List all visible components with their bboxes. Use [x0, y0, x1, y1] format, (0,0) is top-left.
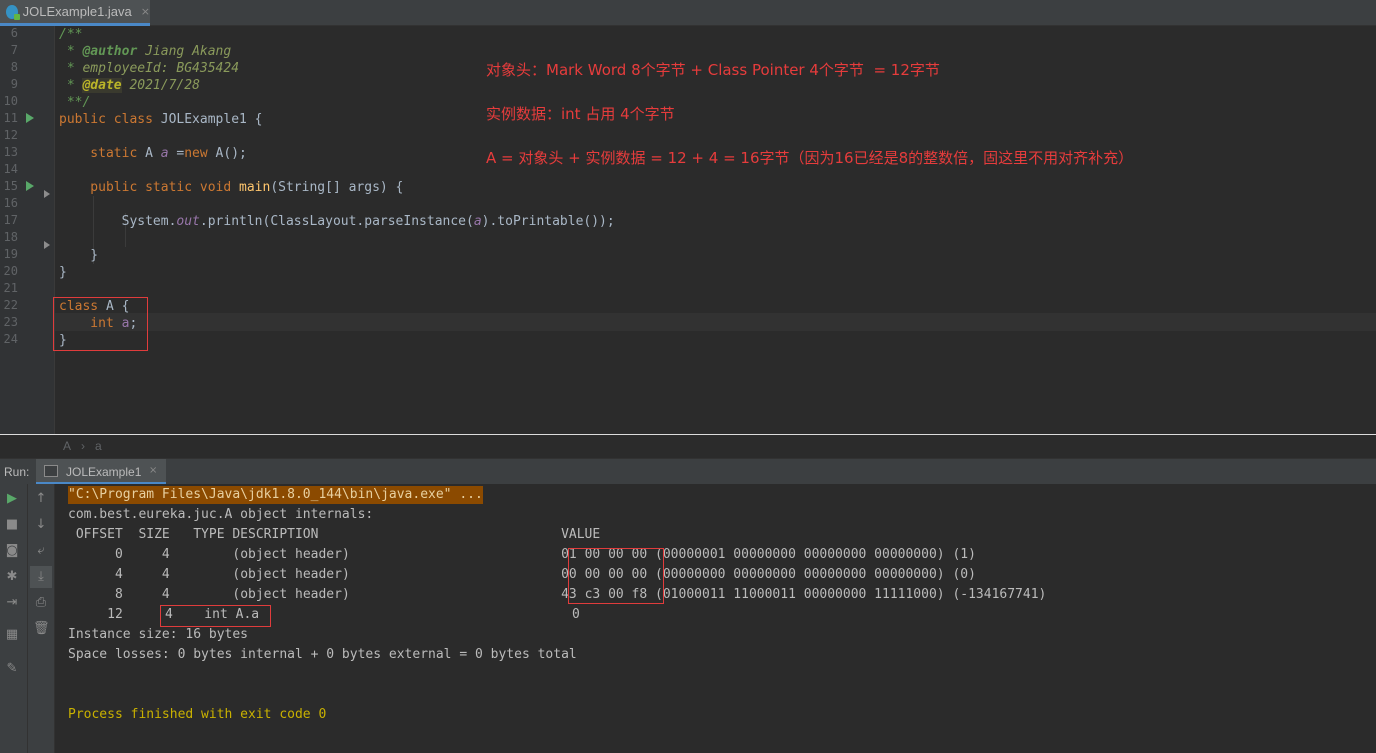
console-row: 8 4 (object header) 43 c3 00 f8 (0100001… [68, 587, 1047, 602]
annotation-instance-data: 实例数据：int 占用 4个字节 [486, 105, 675, 123]
tab-jolexample1-java[interactable]: JOLExample1.java × [0, 0, 150, 26]
breadcrumb-item[interactable]: a [95, 439, 102, 453]
line-number: 16 [3, 196, 18, 210]
console-process-finished: Process finished with exit code 0 [68, 707, 327, 722]
soft-wrap-icon[interactable]: ⤶ [33, 543, 49, 559]
close-icon[interactable]: × [141, 5, 150, 18]
close-icon[interactable]: × [149, 465, 157, 476]
exit-icon[interactable]: ⇥ [4, 595, 20, 611]
code-line: * @date 2021/7/28 [59, 78, 200, 93]
console-row-value: 0 [572, 607, 580, 622]
layout-icon[interactable]: ▦ [4, 627, 20, 643]
arrow-up-icon[interactable]: ↑ [33, 491, 49, 507]
annotation-total-size: A = 对象头 + 实例数据 = 12 + 4 = 16字节（因为16已经是8的… [486, 149, 1134, 167]
console-command-line[interactable]: "C:\Program Files\Java\jdk1.8.0_144\bin\… [68, 486, 483, 504]
code-line: public static void main(String[] args) { [59, 180, 404, 195]
code-editor[interactable]: 6 7 8 9 10 11 12 13 14 15 16 17 18 19 20… [0, 26, 1376, 434]
console-row-offset: 12 [68, 607, 123, 622]
fold-icon[interactable] [44, 190, 50, 198]
breadcrumb: A › a [0, 434, 1376, 456]
settings-icon[interactable]: ✱ [4, 569, 20, 585]
fold-icon[interactable] [44, 241, 50, 249]
rerun-icon[interactable]: ▶ [4, 491, 20, 507]
trash-icon[interactable]: 🗑 [33, 621, 50, 637]
line-number: 14 [3, 162, 18, 176]
arrow-down-icon[interactable]: ↓ [33, 517, 49, 533]
console-columns: OFFSET SIZE TYPE DESCRIPTION VALUE [68, 527, 601, 542]
run-label: Run: [4, 465, 30, 479]
stop-icon[interactable]: ■ [4, 517, 20, 533]
line-number: 17 [3, 213, 18, 227]
line-number: 6 [10, 26, 18, 40]
run-tab-jolexample1[interactable]: JOLExample1 × [36, 459, 166, 485]
code-line: * employeeId: BG435424 [59, 61, 240, 76]
line-number-gutter: 6 7 8 9 10 11 12 13 14 15 16 17 18 19 20… [0, 26, 55, 434]
field-highlight-box [160, 605, 271, 627]
console-icon [44, 465, 58, 477]
line-number: 15 [3, 179, 18, 193]
line-number: 18 [3, 230, 18, 244]
run-class-icon[interactable] [26, 113, 34, 123]
tab-label: JOLExample1.java [22, 4, 132, 19]
line-number: 20 [3, 264, 18, 278]
console-toolbar: ↑ ↓ ⤶ ⤓ ⎙ 🗑 [28, 484, 55, 753]
code-line: static A a =new A(); [59, 146, 247, 161]
line-number: 23 [3, 315, 18, 329]
run-tab-label: JOLExample1 [66, 465, 142, 479]
class-a-highlight-box [53, 297, 148, 351]
code-line: public class JOLExample1 { [59, 112, 263, 127]
code-line: System.out.println(ClassLayout.parseInst… [59, 214, 615, 229]
console-line: com.best.eureka.juc.A object internals: [68, 507, 374, 522]
value-highlight-box [568, 548, 664, 604]
line-number: 8 [10, 60, 18, 74]
code-line: } [59, 265, 67, 280]
console-row: 4 4 (object header) 00 00 00 00 (0000000… [68, 567, 976, 582]
line-number: 13 [3, 145, 18, 159]
current-line-highlight [55, 313, 1376, 331]
console-row: 0 4 (object header) 01 00 00 00 (0000000… [68, 547, 976, 562]
run-toolbar: ▶ ■ ◙ ✱ ⇥ ▦ ✎ [0, 484, 28, 753]
console-line: Space losses: 0 bytes internal + 0 bytes… [68, 647, 577, 662]
code-line: * @author Jiang Akang [59, 44, 232, 59]
line-number: 22 [3, 298, 18, 312]
breadcrumb-separator: › [81, 439, 85, 453]
line-number: 7 [10, 43, 18, 57]
code-line: } [59, 248, 99, 263]
camera-icon[interactable]: ◙ [4, 543, 20, 559]
console-line: Instance size: 16 bytes [68, 627, 249, 642]
code-line: /** [59, 27, 83, 42]
line-number: 9 [10, 77, 18, 91]
run-panel-header: Run: JOLExample1 × [0, 458, 1376, 485]
java-class-icon [6, 4, 20, 20]
line-number: 10 [3, 94, 18, 108]
print-icon[interactable]: ⎙ [33, 595, 49, 611]
line-number: 11 [3, 111, 18, 125]
line-number: 19 [3, 247, 18, 261]
scroll-to-end-icon[interactable]: ⤓ [30, 566, 52, 588]
run-main-icon[interactable] [26, 181, 34, 191]
pin-icon[interactable]: ✎ [4, 661, 20, 677]
line-number: 12 [3, 128, 18, 142]
annotation-object-header: 对象头：Mark Word 8个字节 + Class Pointer 4个字节 … [486, 61, 940, 79]
breadcrumb-item[interactable]: A [63, 439, 71, 453]
editor-tab-bar: JOLExample1.java × [0, 0, 1376, 26]
console-output[interactable]: "C:\Program Files\Java\jdk1.8.0_144\bin\… [55, 484, 1376, 753]
line-number: 24 [3, 332, 18, 346]
code-line: **/ [59, 95, 91, 110]
line-number: 21 [3, 281, 18, 295]
